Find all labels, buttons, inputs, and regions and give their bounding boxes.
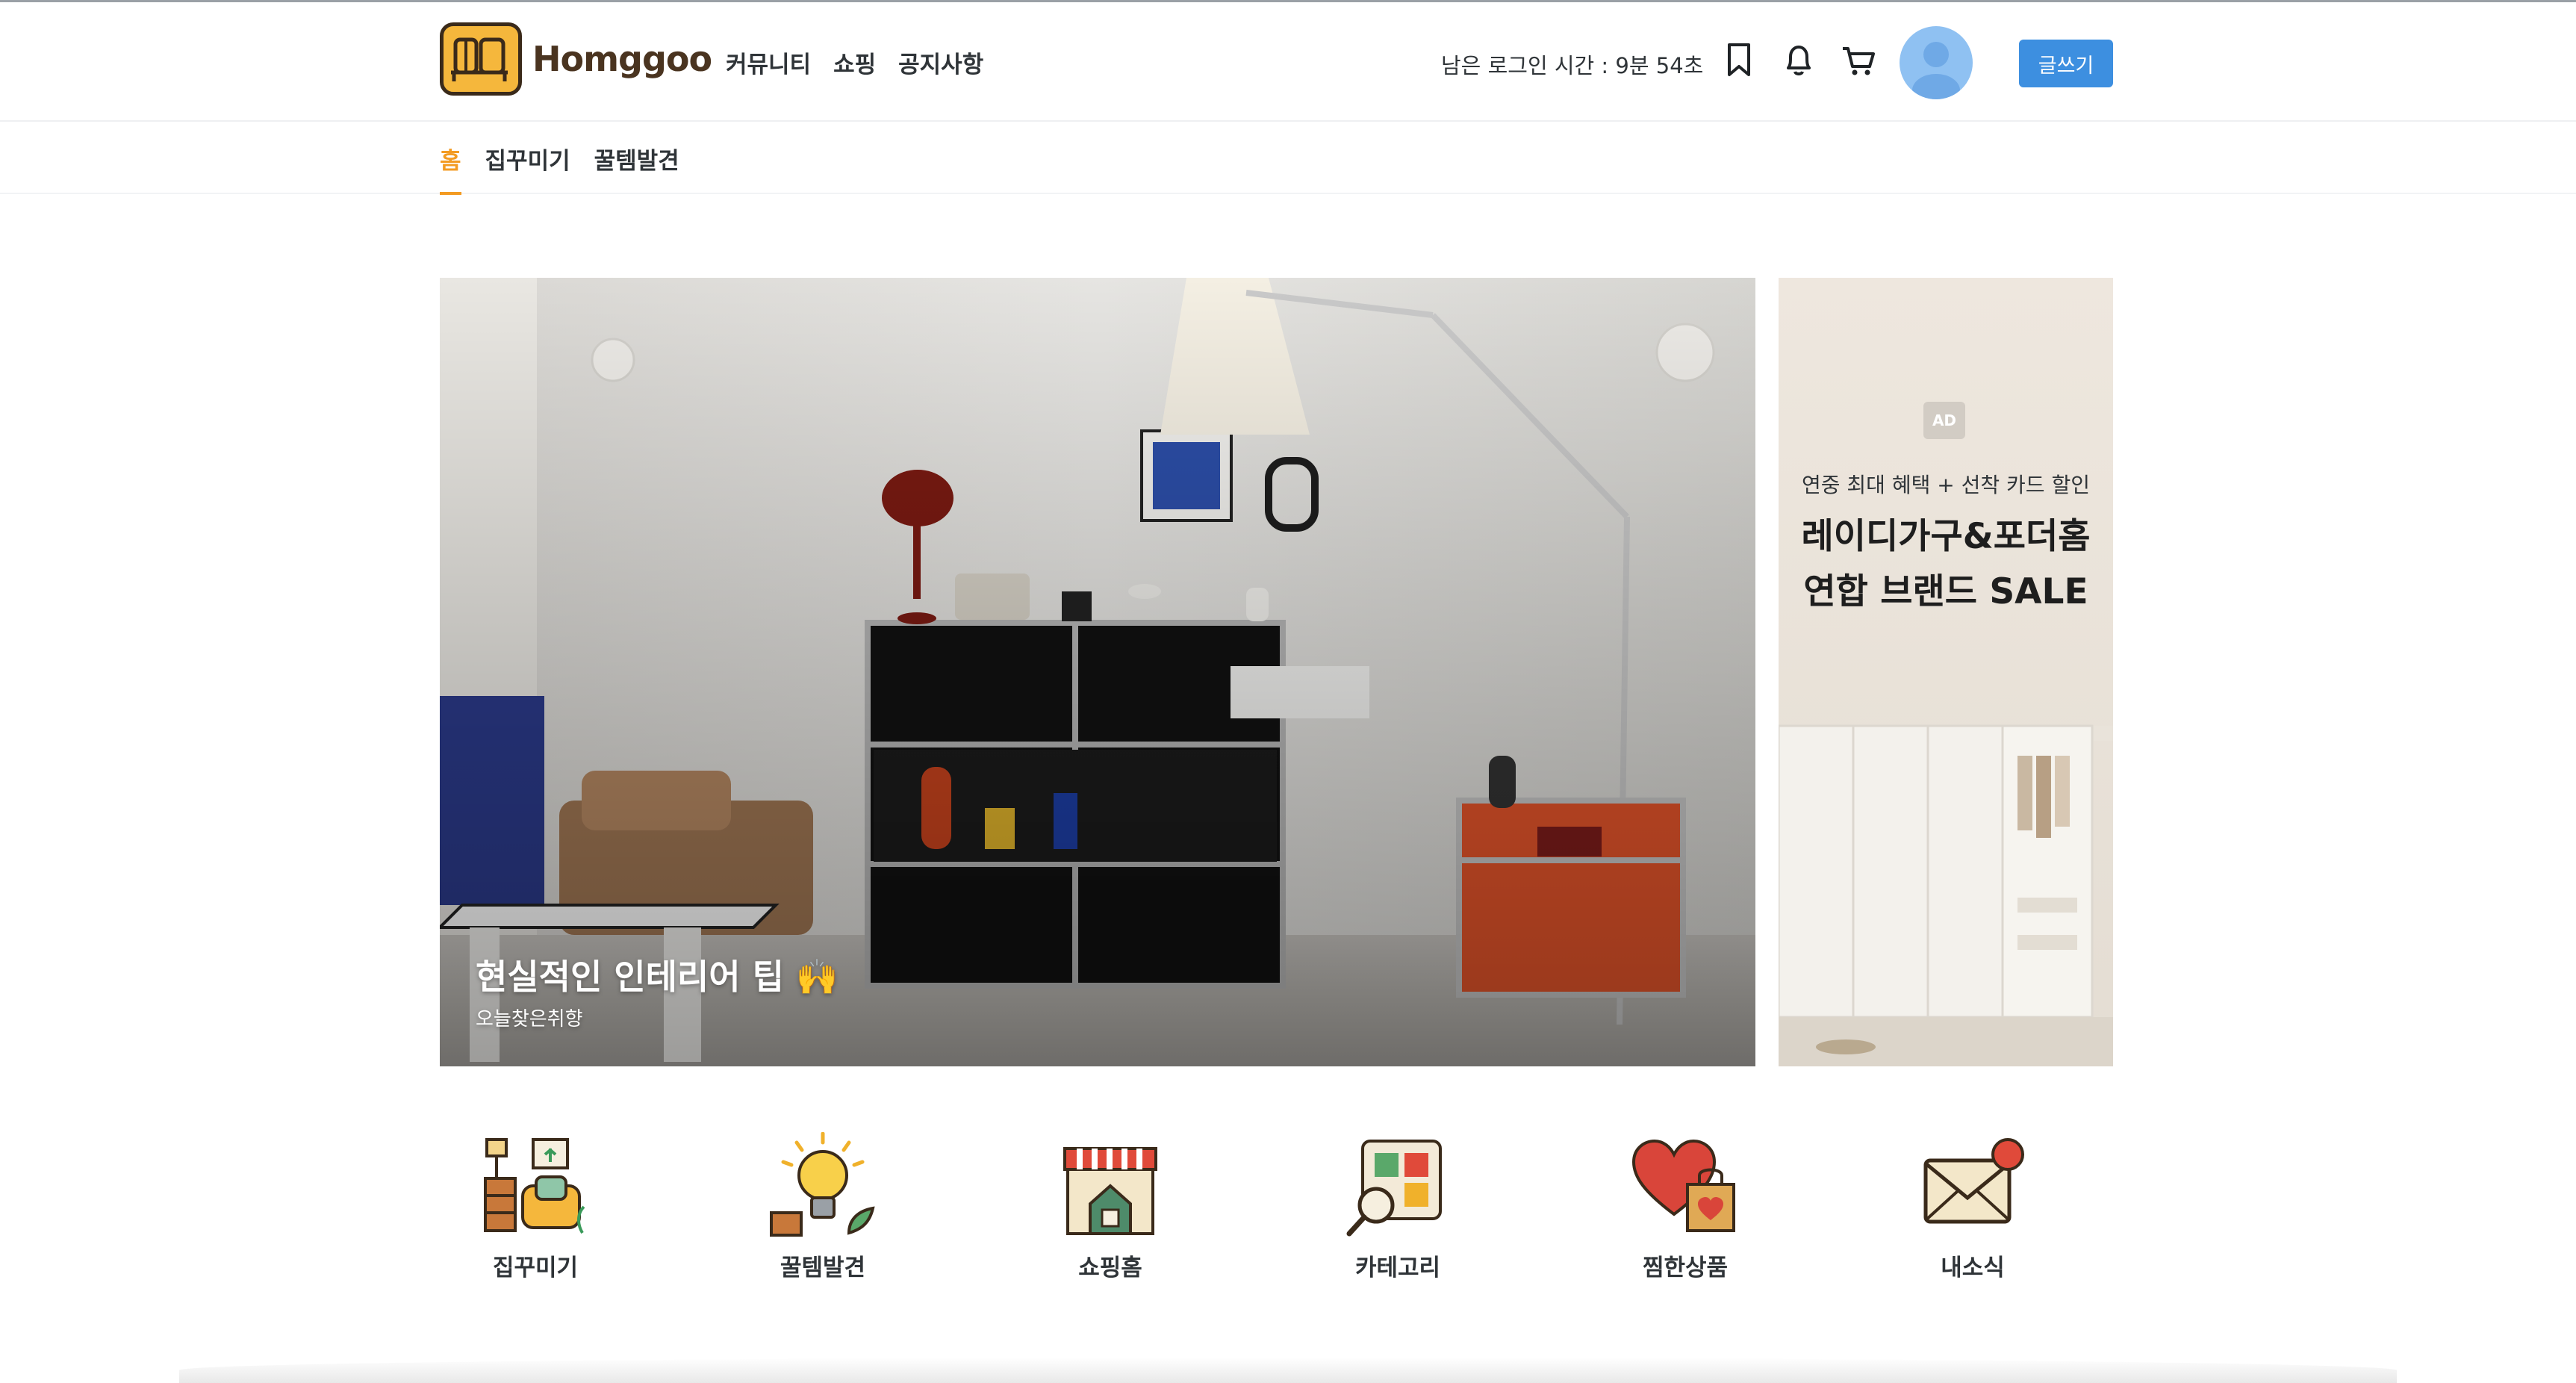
ad-title-line1: 레이디가구&포더홈 xyxy=(1801,516,2091,557)
ad-subtitle: 연중 최대 혜택 + 선착 카드 할인 xyxy=(1802,473,2090,497)
furniture-icon xyxy=(484,1138,585,1234)
category-label: 쇼핑홈 xyxy=(1078,1255,1142,1281)
category-label: 찜한상품 xyxy=(1642,1255,1729,1281)
hero-banner[interactable]: 현실적인 인테리어 팁 🙌 오늘찾은취향 xyxy=(440,278,1755,1066)
logo-icon xyxy=(440,22,522,96)
logo[interactable]: Homggoo xyxy=(440,22,712,96)
sub-nav: 홈 집꾸미기 꿀템발견 xyxy=(0,123,2576,195)
hero-title: 현실적인 인테리어 팁 🙌 xyxy=(476,957,839,997)
subnav-home[interactable]: 홈 xyxy=(440,142,461,195)
category-decor[interactable]: 집꾸미기 xyxy=(442,1132,621,1296)
category-news[interactable]: 내소식 xyxy=(1879,1132,2059,1296)
category-finds[interactable]: 꿀템발견 xyxy=(729,1132,909,1296)
bottom-shadow xyxy=(179,1358,2397,1383)
category-label: 꿀템발견 xyxy=(780,1255,866,1281)
ad-banner[interactable]: AD 연중 최대 혜택 + 선착 카드 할인 레이디가구&포더홈 연합 브랜드 … xyxy=(1779,278,2113,1066)
nav-community[interactable]: 커뮤니티 xyxy=(726,46,811,79)
ad-title: 레이디가구&포더홈 연합 브랜드 SALE xyxy=(1779,509,2113,620)
cart-icon[interactable] xyxy=(1838,40,1879,80)
logo-text: Homggoo xyxy=(532,39,712,79)
ad-title-line2: 연합 브랜드 SALE xyxy=(1803,571,2088,612)
category-shop-home[interactable]: 쇼핑홈 xyxy=(1017,1132,1196,1296)
category-category[interactable]: 카테고리 xyxy=(1304,1132,1484,1296)
nav-shopping[interactable]: 쇼핑 xyxy=(833,46,876,79)
ad-image xyxy=(1779,278,2113,1066)
hero-subtitle: 오늘찾은취향 xyxy=(476,1008,583,1031)
heart-bag-icon xyxy=(1631,1139,1735,1232)
main-nav: 커뮤니티 쇼핑 공지사항 xyxy=(726,46,983,79)
ad-badge: AD xyxy=(1923,402,1965,439)
bell-icon[interactable] xyxy=(1779,40,1819,80)
category-wishlist[interactable]: 찜한상품 xyxy=(1592,1132,1771,1296)
session-timer: 남은 로그인 시간 : 9분 54초 xyxy=(1441,53,1704,78)
category-label: 카테고리 xyxy=(1354,1255,1441,1281)
avatar[interactable] xyxy=(1900,26,1973,99)
nav-notice[interactable]: 공지사항 xyxy=(898,46,983,79)
lightbulb-icon xyxy=(770,1132,875,1237)
store-icon xyxy=(1063,1147,1157,1235)
write-button[interactable]: 글쓰기 xyxy=(2019,40,2113,87)
header: Homggoo 커뮤니티 쇼핑 공지사항 남은 로그인 시간 : 9분 54초 … xyxy=(0,2,2576,122)
category-icon xyxy=(1346,1140,1442,1237)
category-label: 집꾸미기 xyxy=(492,1255,579,1281)
subnav-decor[interactable]: 집꾸미기 xyxy=(485,142,570,195)
mail-icon xyxy=(1923,1138,2024,1224)
bookmark-icon[interactable] xyxy=(1719,40,1759,80)
subnav-finds[interactable]: 꿀템발견 xyxy=(594,142,679,195)
category-label: 내소식 xyxy=(1941,1255,2005,1281)
hero-image xyxy=(440,278,1755,1066)
